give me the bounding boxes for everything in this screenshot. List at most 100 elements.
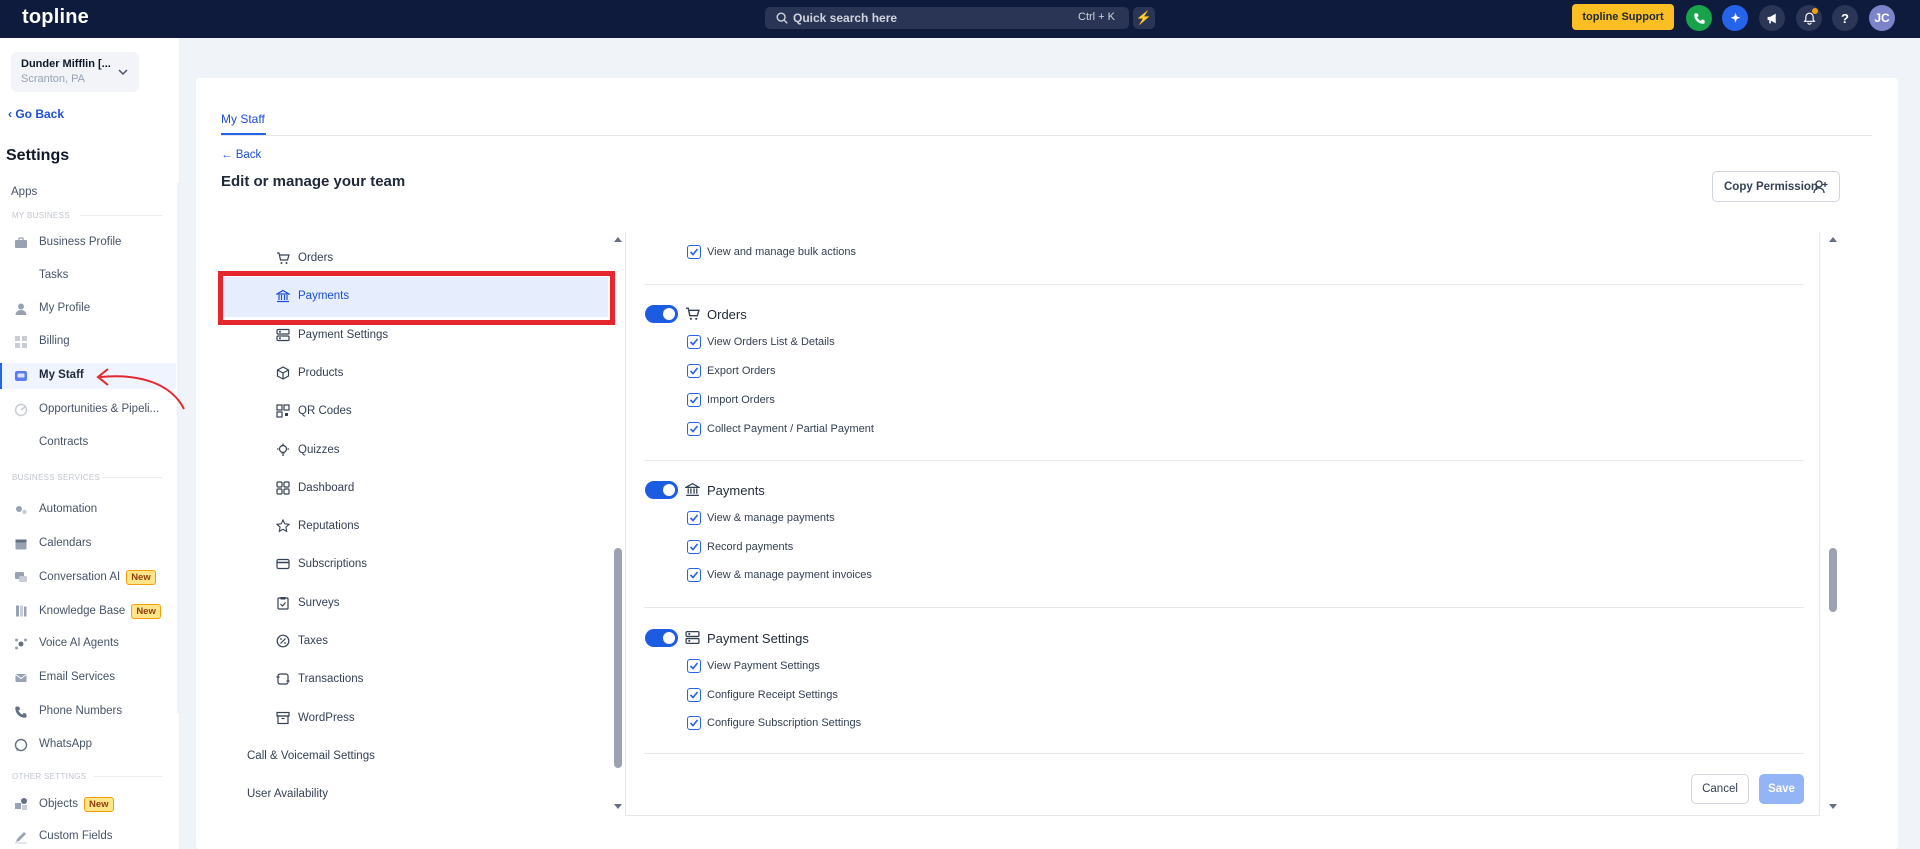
- quick-search[interactable]: Quick search here Ctrl + K: [765, 7, 1129, 29]
- permission-list-label: Quizzes: [298, 444, 340, 456]
- permission-list-item-dashboard[interactable]: Dashboard: [218, 469, 608, 509]
- permission-list-label: Taxes: [298, 635, 329, 647]
- checkbox-checked[interactable]: [687, 540, 701, 554]
- scroll-down-arrow[interactable]: [614, 804, 622, 809]
- phone-icon: [15, 706, 27, 718]
- sidebar-item-objects[interactable]: Objects New: [0, 791, 176, 817]
- scroll-up-arrow[interactable]: [614, 237, 622, 242]
- checkbox-checked[interactable]: [687, 688, 701, 702]
- divider: [80, 215, 162, 216]
- divider: [94, 776, 162, 777]
- checkbox-checked[interactable]: [687, 364, 701, 378]
- chevron-down-icon: [118, 69, 128, 76]
- announcements-button[interactable]: [1759, 5, 1785, 31]
- checkbox-checked[interactable]: [687, 335, 701, 349]
- ai-assistant-button[interactable]: [1722, 5, 1748, 31]
- sidebar-item-apps[interactable]: Apps: [0, 180, 176, 206]
- sidebar-title: Settings: [6, 147, 70, 164]
- permission-list-item-taxes[interactable]: Taxes: [218, 622, 608, 662]
- cancel-button[interactable]: Cancel: [1691, 774, 1749, 804]
- sidebar-item-label: My Profile: [39, 302, 91, 314]
- permission-label: Configure Subscription Settings: [707, 717, 862, 729]
- phone-icon: [1693, 12, 1705, 24]
- archive-icon: [276, 711, 290, 725]
- phone-button[interactable]: [1686, 5, 1712, 31]
- checkbox-checked[interactable]: [687, 659, 701, 673]
- account-name: Dunder Mifflin [...: [21, 58, 111, 70]
- sidebar-item-billing[interactable]: Billing: [0, 329, 176, 355]
- cart-icon: [277, 252, 290, 264]
- checkbox-checked[interactable]: [687, 245, 701, 259]
- permission-list-label: Transactions: [298, 673, 364, 685]
- checkbox-checked[interactable]: [687, 393, 701, 407]
- app-logo[interactable]: topline: [22, 6, 89, 29]
- star-icon: [276, 519, 290, 533]
- permission-list-item-surveys[interactable]: Surveys: [218, 584, 608, 624]
- save-button[interactable]: Save: [1759, 774, 1804, 804]
- new-badge: New: [131, 604, 161, 619]
- search-placeholder: Quick search here: [793, 11, 898, 25]
- help-button[interactable]: ?: [1832, 5, 1858, 31]
- sidebar-item-knowledge-base[interactable]: Knowledge Base New: [0, 598, 176, 624]
- permission-list-item-call-voicemail[interactable]: Call & Voicemail Settings: [218, 737, 608, 777]
- checkbox-checked[interactable]: [687, 422, 701, 436]
- permission-list-item-quizzes[interactable]: Quizzes: [218, 431, 608, 471]
- permission-list-item-user-availability[interactable]: User Availability: [218, 775, 608, 815]
- mail-icon: [15, 674, 27, 682]
- top-bar: topline Quick search here Ctrl + K ⚡ top…: [0, 0, 1920, 38]
- sidebar-scrollbar[interactable]: [177, 183, 180, 713]
- avatar[interactable]: JC: [1869, 5, 1895, 31]
- dashboard-icon: [276, 481, 290, 495]
- whatsapp-icon: [14, 738, 28, 752]
- lightning-icon[interactable]: ⚡: [1133, 7, 1155, 29]
- checkbox-checked[interactable]: [687, 568, 701, 582]
- permissions-panel-scrollbar[interactable]: [1829, 548, 1837, 612]
- permission-list-label: Reputations: [298, 520, 360, 532]
- group-divider: [644, 284, 1804, 285]
- permission-label: View Orders List & Details: [707, 336, 835, 348]
- sidebar-item-calendars[interactable]: Calendars: [0, 531, 176, 557]
- sidebar-item-automation[interactable]: Automation: [0, 497, 176, 523]
- pencil-icon: [15, 832, 27, 844]
- scroll-down-arrow[interactable]: [1829, 804, 1837, 809]
- permission-list-item-qr-codes[interactable]: QR Codes: [218, 392, 608, 432]
- sidebar-item-voice-ai-agents[interactable]: Voice AI Agents: [0, 631, 176, 657]
- sidebar-item-label: Billing: [39, 335, 70, 347]
- permission-list-label: WordPress: [298, 712, 355, 724]
- checkbox-checked[interactable]: [687, 716, 701, 730]
- back-label: Back: [235, 149, 262, 161]
- copy-permission-button[interactable]: Copy Permission: [1712, 171, 1840, 202]
- sidebar-item-tasks[interactable]: Tasks: [0, 263, 176, 289]
- account-switcher[interactable]: Dunder Mifflin [... Scranton, PA: [11, 52, 139, 92]
- arrow-left-icon: ←: [221, 149, 236, 161]
- payment-settings-toggle[interactable]: [645, 629, 678, 647]
- sidebar-item-custom-fields[interactable]: Custom Fields: [0, 824, 176, 849]
- permission-list-item-wordpress[interactable]: WordPress: [218, 699, 608, 739]
- sidebar-item-business-profile[interactable]: Business Profile: [0, 230, 176, 256]
- permission-list-item-subscriptions[interactable]: Subscriptions: [218, 545, 608, 585]
- permission-list-item-products[interactable]: Products: [218, 354, 608, 394]
- qr-icon: [276, 404, 290, 418]
- permission-list-scrollbar[interactable]: [614, 548, 622, 768]
- group-divider: [644, 607, 1804, 608]
- scroll-up-arrow[interactable]: [1829, 237, 1837, 242]
- back-link[interactable]: ← Back: [221, 149, 261, 161]
- staff-icon: [15, 371, 27, 381]
- sidebar-item-conversation-ai[interactable]: Conversation AI New: [0, 564, 176, 590]
- sidebar-item-my-profile[interactable]: My Profile: [0, 296, 176, 322]
- orders-toggle[interactable]: [645, 305, 678, 323]
- checkbox-checked[interactable]: [687, 511, 701, 525]
- sidebar-item-phone-numbers[interactable]: Phone Numbers: [0, 699, 176, 725]
- payments-toggle[interactable]: [645, 481, 678, 499]
- permission-list-item-reputations[interactable]: Reputations: [218, 507, 608, 547]
- sidebar-item-label: Phone Numbers: [39, 705, 123, 717]
- sidebar-item-contracts[interactable]: Contracts: [0, 430, 176, 456]
- notifications-button[interactable]: [1796, 5, 1822, 31]
- go-back-link[interactable]: ‹ Go Back: [8, 107, 64, 121]
- tab-my-staff[interactable]: My Staff: [221, 112, 265, 126]
- permission-list-item-transactions[interactable]: Transactions: [218, 660, 608, 700]
- support-button[interactable]: topline Support: [1572, 4, 1674, 30]
- sidebar-item-whatsapp[interactable]: WhatsApp: [0, 732, 176, 758]
- sidebar-item-email-services[interactable]: Email Services: [0, 665, 176, 691]
- sidebar-item-label: My Staff: [39, 369, 84, 381]
